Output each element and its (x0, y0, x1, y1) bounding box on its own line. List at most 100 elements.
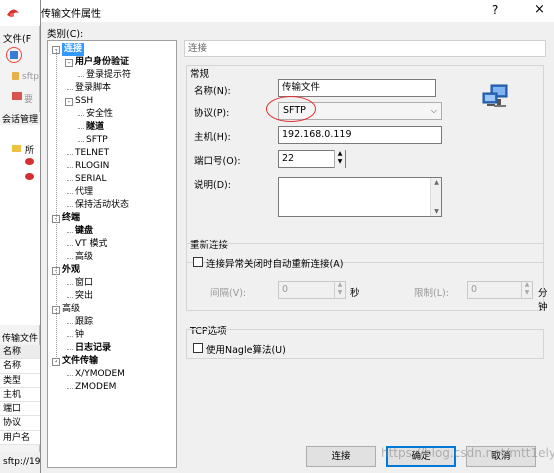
tree-item[interactable]: 终端 (62, 212, 80, 225)
host-field[interactable]: 192.168.0.119 (278, 126, 442, 144)
tree-item[interactable]: ZMODEM (75, 381, 116, 394)
reconnect-checkbox[interactable] (193, 257, 203, 267)
interval-field[interactable]: 0 ▲ ▼ (278, 281, 346, 299)
tree-connector (67, 348, 73, 350)
name-field[interactable]: 传输文件 (278, 79, 436, 97)
general-group-title: 常规 (190, 69, 210, 80)
computer-network-icon (482, 84, 508, 107)
tree-item[interactable]: 保持活动状态 (75, 199, 129, 212)
tree-item[interactable]: 安全性 (86, 108, 113, 121)
folder-icon (12, 145, 21, 152)
spin-up-icon[interactable]: ▲ (335, 281, 345, 289)
tree-item[interactable]: 键盘 (75, 225, 93, 238)
tree-connector (67, 205, 73, 207)
category-label: 类别(C): (47, 29, 84, 40)
properties-row: 名称 (0, 359, 40, 374)
category-tree: 连接 - 用户身份验证 - 登录提示符 登录脚本 SSH - 安全性 隧道 SFTP TELNET RL… (47, 40, 177, 468)
tree-item[interactable]: 登录脚本 (75, 82, 111, 95)
tree-item[interactable]: 外观 (62, 264, 80, 277)
tree-item[interactable]: TELNET (75, 147, 109, 160)
tree-item[interactable]: RLOGIN (75, 160, 109, 173)
tree-item[interactable]: 高级 (62, 303, 80, 316)
tree-item[interactable]: 登录提示符 (86, 69, 131, 82)
tree-connector (78, 75, 84, 77)
tree-item[interactable]: 钟 (75, 329, 84, 342)
tree-item[interactable]: SSH (75, 95, 93, 108)
spin-up-icon[interactable]: ▲ (335, 150, 345, 158)
tree-connector (67, 257, 73, 259)
close-button[interactable]: × (534, 2, 545, 17)
reconnect-checkbox-label[interactable]: 连接异常关闭时自动重新连接(A) (206, 256, 343, 270)
tree-item[interactable]: VT 模式 (75, 238, 108, 251)
limit-unit: 分钟 (538, 288, 548, 313)
tree-item[interactable]: 窗口 (75, 277, 93, 290)
nagle-checkbox-label[interactable]: 使用Nagle算法(U) (206, 342, 286, 356)
interval-label: 间隔(V): (210, 288, 247, 299)
tree-item[interactable]: 隧道 (86, 121, 104, 134)
limit-field[interactable]: 0 ▲ ▼ (467, 281, 533, 299)
interval-value: 0 (282, 284, 289, 295)
tree-item[interactable]: SFTP (86, 134, 108, 147)
nagle-checkbox[interactable] (193, 343, 203, 353)
help-button[interactable]: ? (492, 3, 498, 17)
description-scrollbar[interactable]: ▲ ▼ (430, 178, 441, 216)
scroll-down-icon[interactable]: ▼ (431, 208, 442, 215)
tree-item[interactable]: 文件传输 (62, 355, 98, 368)
session-icon[interactable] (25, 173, 34, 180)
tree-connector (78, 140, 84, 142)
limit-spinner[interactable]: ▲ ▼ (521, 281, 532, 299)
protocol-label: 协议(P): (194, 108, 230, 119)
tree-item[interactable]: SERIAL (75, 173, 106, 186)
interval-spinner[interactable]: ▲ ▼ (334, 281, 345, 299)
limit-value: 0 (471, 284, 478, 295)
watermark: https://blog.csdn.net/mtt1ely2 (381, 446, 554, 460)
properties-row: 协议 (0, 416, 40, 431)
port-field[interactable]: 22 ▲ ▼ (278, 150, 346, 168)
port-spinner[interactable]: ▲ ▼ (334, 150, 345, 168)
port-label: 端口号(O): (194, 156, 241, 167)
tree-item[interactable]: 代理 (75, 186, 93, 199)
tree-item[interactable]: 连接 (62, 43, 85, 56)
background-titlebar (0, 0, 40, 26)
session-tree-all[interactable]: 所 (25, 143, 34, 156)
description-value (279, 178, 441, 182)
tree-connector (67, 153, 73, 155)
properties-dialog: 传输文件属性 ? × 类别(C): 连接 - 用户身份验证 - 登录提示符 登录脚本 SSH… (40, 0, 554, 473)
tree-connector (67, 244, 73, 246)
background-app-window: 文件(F sftp 要 会话管理 所 传输文件 名称 名称 类型 主机 端口 协议 用户名 … (0, 0, 43, 473)
properties-row: 用户名 (0, 430, 40, 446)
tree-connector (67, 88, 73, 90)
spin-down-icon[interactable]: ▼ (522, 289, 532, 297)
panel-header: 连接 (184, 40, 546, 57)
tree-connector (67, 374, 73, 376)
properties-row: 端口 (0, 402, 40, 417)
tree-collapse-icon[interactable]: - (65, 58, 73, 67)
new-session-icon[interactable] (6, 47, 22, 63)
annotation-circle (266, 96, 316, 122)
properties-header: 名称 (0, 345, 40, 360)
spin-down-icon[interactable]: ▼ (335, 289, 345, 297)
tree-item[interactable]: 用户身份验证 (75, 56, 129, 69)
tree-item[interactable]: X/YMODEM (75, 368, 125, 381)
connect-button[interactable]: 连接 (306, 446, 376, 467)
description-field[interactable]: ▲ ▼ (278, 177, 442, 217)
tree-connector (67, 335, 73, 337)
tree-collapse-icon[interactable]: - (65, 97, 73, 106)
tree-item[interactable]: 跟踪 (75, 316, 93, 329)
tree-item[interactable]: 日志记录 (75, 342, 111, 355)
tree-item[interactable]: 高级 (75, 251, 93, 264)
scroll-up-icon[interactable]: ▲ (431, 179, 442, 186)
tree-connector (67, 283, 73, 285)
tree-item[interactable]: 突出 (75, 290, 93, 303)
toolbar-red-icon[interactable] (12, 92, 22, 100)
spin-up-icon[interactable]: ▲ (522, 281, 532, 289)
reconnect-group (186, 243, 544, 311)
dialog-title: 传输文件属性 (41, 9, 101, 20)
spin-down-icon[interactable]: ▼ (335, 158, 345, 166)
session-icon[interactable] (25, 158, 34, 165)
properties-title: 传输文件 (2, 334, 39, 344)
session-manager-label: 会话管理 (2, 112, 42, 125)
description-label: 说明(D): (194, 180, 231, 191)
dialog-titlebar: 传输文件属性 ? × (41, 0, 554, 22)
interval-unit: 秒 (350, 288, 360, 299)
